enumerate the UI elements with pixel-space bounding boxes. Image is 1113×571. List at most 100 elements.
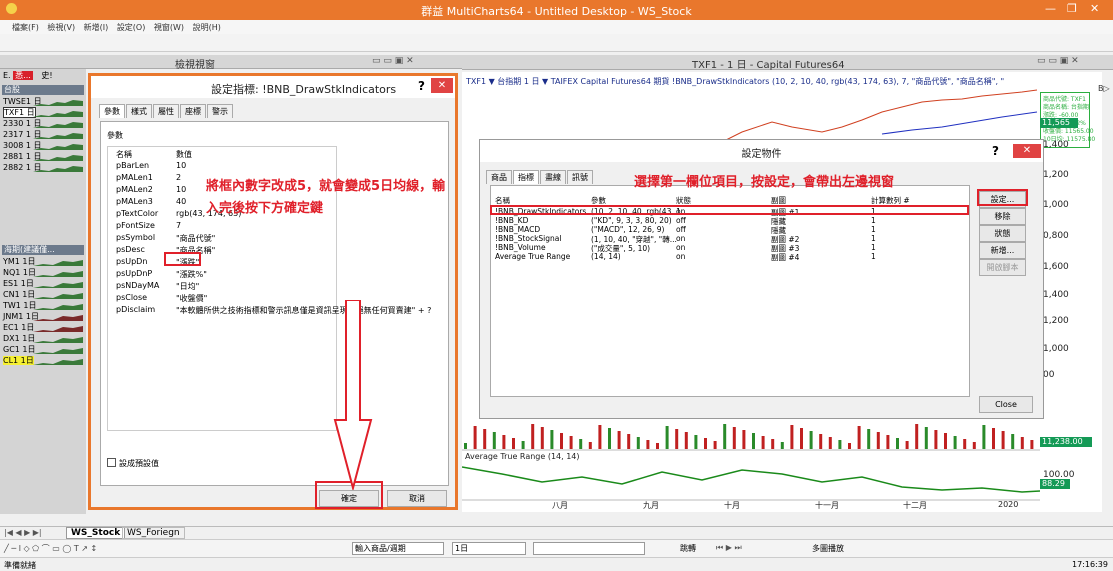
param-row[interactable]: pMALen2 10: [116, 185, 186, 194]
tab-signals[interactable]: 訊號: [567, 170, 593, 184]
table-row[interactable]: !BNB_StockSignal (1, 10, 40, "穿越", "轉... o…: [491, 234, 971, 244]
param-name: psNDayMA: [116, 281, 160, 290]
param-value[interactable]: 40: [176, 197, 186, 206]
param-value[interactable]: 10: [176, 185, 186, 194]
table-row[interactable]: !BNB_MACD ("MACD", 12, 26, 9) off 隱藏 1: [491, 225, 971, 235]
list-item[interactable]: EC1 1日: [3, 323, 85, 333]
list-item[interactable]: 2330 1 日: [3, 119, 85, 129]
param-row[interactable]: psClose "收盤價": [116, 293, 207, 303]
tab-style[interactable]: 樣式: [126, 104, 152, 118]
list-item[interactable]: CN1 1日: [3, 290, 85, 300]
list-item[interactable]: ES1 1日: [3, 279, 85, 289]
status-bar: 準備就緒 17:16:39: [0, 557, 1113, 570]
list-item[interactable]: TXF1 日: [3, 107, 85, 118]
param-row[interactable]: pMALen3 40: [116, 197, 186, 206]
table-row[interactable]: Average True Range (14, 14) on 副圖 #4 1: [491, 252, 971, 262]
date-input[interactable]: [533, 542, 645, 555]
group-header-overseas[interactable]: 海期(建議僅...: [2, 245, 84, 255]
list-item[interactable]: 2881 1 日: [3, 152, 85, 162]
menu-file[interactable]: 檔案(F): [12, 23, 39, 32]
app-title-bar: 群益 MultiCharts64 - Untitled Desktop - WS…: [0, 0, 1113, 20]
tab-drawings[interactable]: 畫線: [540, 170, 566, 184]
down-arrow-icon: [333, 300, 373, 490]
list-item[interactable]: 2882 1 日: [3, 163, 85, 173]
menu-insert[interactable]: 新增(I): [84, 23, 109, 32]
minimize-icon[interactable]: —: [1045, 2, 1056, 15]
table-cell: 1: [871, 243, 876, 252]
default-checkbox[interactable]: [107, 458, 116, 467]
param-row[interactable]: pBarLen 10: [116, 161, 186, 170]
table-row[interactable]: !BNB_KD ("KD", 9, 3, 3, 80, 20) off 隱藏 1: [491, 216, 971, 226]
param-row[interactable]: psDesc "商品名稱": [116, 245, 215, 255]
tab-params[interactable]: 參數: [99, 104, 125, 118]
add-button[interactable]: 新增...: [979, 242, 1026, 259]
interval-select[interactable]: 1日: [452, 542, 526, 555]
list-item[interactable]: JNM1 1日: [3, 312, 85, 322]
group-header-tw[interactable]: 台股: [2, 85, 84, 95]
sheet-tab-foreign[interactable]: WS_Foriegn: [122, 527, 185, 539]
param-value[interactable]: "商品代號": [176, 233, 215, 244]
list-item[interactable]: CL1 1日: [3, 356, 85, 366]
list-item[interactable]: GC1 1日: [3, 345, 85, 355]
list-item[interactable]: YM1 1日: [3, 257, 85, 267]
playback-icon[interactable]: ⏮ ▶ ⏭: [716, 543, 742, 553]
list-item[interactable]: TW1 1日: [3, 301, 85, 311]
param-value[interactable]: "漲跌%": [176, 269, 207, 280]
sheet-tab-stock[interactable]: WS_Stock: [66, 527, 126, 539]
table-cell: on: [676, 243, 686, 252]
param-row[interactable]: pTextColor rgb(43, 174, 63): [116, 209, 241, 218]
close-icon[interactable]: ✕: [431, 78, 453, 93]
table-row[interactable]: !BNB_Volume ("成交量", 5, 10) on 副圖 #3 1: [491, 243, 971, 253]
param-row[interactable]: pFontSize 7: [116, 221, 181, 230]
open-script-button: 開啟腳本: [979, 259, 1026, 276]
sparkline: [33, 359, 83, 365]
tab-scale[interactable]: 座標: [180, 104, 206, 118]
price-scale-label: 1,400: [1043, 140, 1069, 150]
sheet-nav-icon[interactable]: |◀ ◀ ▶ ▶|: [4, 528, 42, 537]
close-icon[interactable]: ✕: [1090, 2, 1099, 15]
menu-help[interactable]: 說明(H): [193, 23, 221, 32]
param-row[interactable]: psUpDnP "漲跌%": [116, 269, 207, 279]
param-value[interactable]: "本軟體所供之技術指標和警示訊息僅是資訊呈現，絕無任何買賣建" + ?: [176, 305, 431, 316]
window-controls-icon[interactable]: ▭ ▭ ▣ ✕: [372, 56, 414, 66]
close-button[interactable]: Close: [979, 396, 1033, 413]
remove-button[interactable]: 移除: [979, 208, 1026, 225]
maximize-icon[interactable]: ❐: [1067, 2, 1077, 15]
param-row[interactable]: pMALen1 2: [116, 173, 181, 182]
param-value[interactable]: 7: [176, 221, 181, 230]
tab-symbols[interactable]: 商品: [486, 170, 512, 184]
drawing-tools-icon[interactable]: ╱ ─ ⅼ ◇ ⬠ ⌒ ▭ ◯ T ↗ ↕: [4, 543, 97, 554]
status-button[interactable]: 狀態: [979, 225, 1026, 242]
list-item[interactable]: 2317 1 日: [3, 130, 85, 140]
list-item[interactable]: TWSE1 日: [3, 97, 85, 107]
param-row[interactable]: pDisclaim "本軟體所供之技術指標和警示訊息僅是資訊呈現，絕無任何買賣建"…: [116, 305, 431, 315]
close-icon[interactable]: ✕: [1013, 144, 1041, 158]
multi-chart-button[interactable]: 多圖播放: [812, 543, 844, 554]
window-controls-icon[interactable]: ▭ ▭ ▣ ✕: [1037, 56, 1079, 66]
tab-properties[interactable]: 屬性: [153, 104, 179, 118]
list-item[interactable]: NQ1 1日: [3, 268, 85, 278]
objects-dialog: 設定物件 ? ✕ 商品 指標 畫線 訊號 名稱 參數 狀態 副圖 計算數列 # …: [479, 139, 1044, 419]
tab-indicators[interactable]: 指標: [513, 170, 539, 184]
menu-window[interactable]: 視窗(W): [154, 23, 184, 32]
param-row[interactable]: psUpDn "漲跌": [116, 257, 199, 267]
table-cell: 1: [871, 225, 876, 234]
cancel-button[interactable]: 取消: [387, 490, 447, 507]
param-row[interactable]: psSymbol "商品代號": [116, 233, 215, 243]
list-item[interactable]: 3008 1 日: [3, 141, 85, 151]
param-value[interactable]: "收盤價": [176, 293, 207, 304]
table-cell: 1: [871, 216, 876, 225]
symbol-input[interactable]: 輸入商品/週期: [352, 542, 444, 555]
menu-view[interactable]: 檢視(V): [47, 23, 75, 32]
tab-alerts[interactable]: 警示: [207, 104, 233, 118]
menu-settings[interactable]: 設定(O): [117, 23, 146, 32]
param-value[interactable]: 2: [176, 173, 181, 182]
list-item[interactable]: DX1 1日: [3, 334, 85, 344]
param-value[interactable]: "日均": [176, 281, 199, 292]
param-value[interactable]: 10: [176, 161, 186, 170]
help-icon[interactable]: ?: [418, 79, 425, 93]
param-row[interactable]: psNDayMA "日均": [116, 281, 199, 291]
x-axis-label: 九月: [643, 501, 659, 510]
help-icon[interactable]: ?: [992, 144, 999, 158]
jump-button[interactable]: 跳轉: [680, 543, 696, 554]
